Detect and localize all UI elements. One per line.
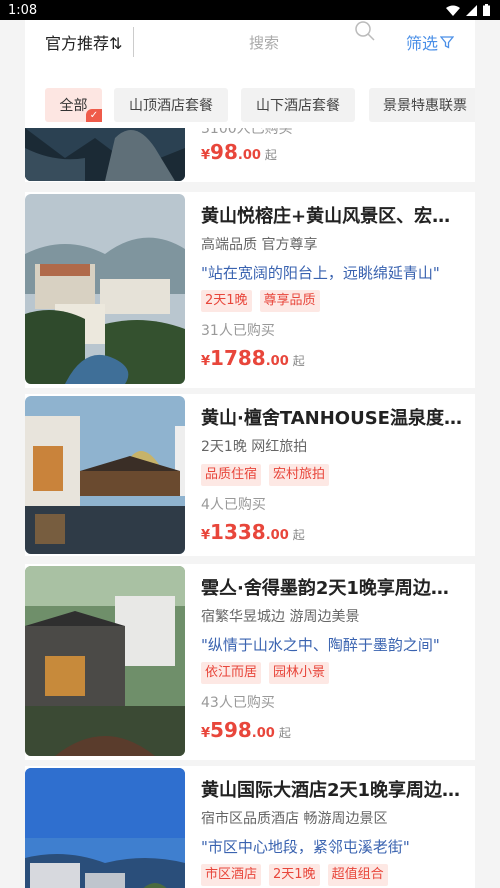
filter-label: 筛选 (406, 34, 439, 53)
product-card[interactable]: 雲亼·舍得墨韵2天1晚享周边… 宿繁华昱城边 游周边美景 "纵情于山水之中、陶醉… (25, 564, 475, 760)
product-info: 雲亼·舍得墨韵2天1晚享周边… 宿繁华昱城边 游周边美景 "纵情于山水之中、陶醉… (201, 574, 465, 746)
price: ¥ 1788 .00 起 (201, 346, 465, 374)
tab-label: 景景特惠联票 (383, 98, 467, 114)
battery-icon (483, 4, 490, 16)
badge: 超值组合 (327, 864, 388, 886)
sold-count: 43人已购买 (201, 695, 275, 711)
price-decimal: .00 (265, 528, 289, 543)
sold-count: 31人已购买 (201, 323, 275, 339)
product-card[interactable]: 黄山国际大酒店2天1晚享周边… 宿市区品质酒店 畅游周边景区 "市区中心地段，紧… (25, 766, 475, 888)
status-icons (446, 4, 490, 16)
tab-label: 山下酒店套餐 (256, 98, 340, 114)
status-time: 1:08 (8, 2, 38, 18)
price-decimal: .00 (237, 148, 261, 163)
product-info: 3100人已购买 ¥ 98 .00 起 (201, 128, 465, 168)
product-card[interactable]: 黄山·檀舍TANHOUSE温泉度假… 2天1晚 网红旅拍 品质住宿 宏村旅拍 4… (25, 394, 475, 556)
search-placeholder: 搜索 (249, 33, 280, 52)
product-subtitle: 宿繁华昱城边 游周边美景 (201, 609, 360, 625)
search-icon[interactable] (354, 20, 376, 42)
currency-symbol: ¥ (201, 148, 211, 163)
product-card-partial[interactable]: 3100人已购买 ¥ 98 .00 起 (25, 128, 475, 182)
price-from: 起 (264, 148, 277, 162)
top-bar: 官方推荐⇅ 搜索 筛选 (25, 20, 475, 64)
funnel-icon (440, 36, 455, 49)
product-image (25, 194, 185, 384)
product-info: 黄山国际大酒店2天1晚享周边… 宿市区品质酒店 畅游周边景区 "市区中心地段，紧… (201, 776, 465, 886)
product-subtitle: 宿市区品质酒店 畅游周边景区 (201, 811, 388, 827)
badge-list: 品质住宿 宏村旅拍 (201, 464, 465, 486)
tab-label: 全部 (59, 98, 88, 114)
product-card[interactable]: 黄山悦榕庄+黄山风景区、宏村… 高端品质 官方尊享 "站在宽阔的阳台上，远眺绵延… (25, 192, 475, 388)
category-tabs: 全部 ✓ 山顶酒店套餐 山下酒店套餐 景景特惠联票 (25, 64, 475, 128)
badge: 2天1晚 (201, 290, 252, 312)
price-decimal: .00 (265, 354, 289, 369)
tab-all[interactable]: 全部 ✓ (45, 88, 102, 122)
product-title: 黄山国际大酒店2天1晚享周边… (201, 780, 461, 801)
product-info: 黄山悦榕庄+黄山风景区、宏村… 高端品质 官方尊享 "站在宽阔的阳台上，远眺绵延… (201, 202, 465, 374)
price-from: 起 (278, 726, 291, 740)
currency-symbol: ¥ (201, 528, 211, 543)
product-slogan: "市区中心地段，紧邻屯溪老街" (201, 838, 410, 856)
product-slogan: "纵情于山水之中、陶醉于墨韵之间" (201, 636, 440, 654)
tab-label: 山顶酒店套餐 (129, 98, 213, 114)
product-title: 黄山·檀舍TANHOUSE温泉度假… (201, 408, 465, 429)
wifi-icon (446, 5, 460, 16)
product-info: 黄山·檀舍TANHOUSE温泉度假… 2天1晚 网红旅拍 品质住宿 宏村旅拍 4… (201, 404, 465, 548)
price: ¥ 598 .00 起 (201, 718, 465, 746)
filter-button[interactable]: 筛选 (400, 30, 475, 54)
price: ¥ 98 .00 起 (201, 140, 465, 168)
currency-symbol: ¥ (201, 726, 211, 741)
sold-count: 4人已购买 (201, 497, 266, 513)
badge: 品质住宿 (201, 464, 262, 486)
badge-list: 市区酒店 2天1晚 超值组合 (201, 864, 465, 886)
tab-summit-hotel[interactable]: 山顶酒店套餐 (114, 88, 228, 122)
sold-count: 3100人已购买 (201, 128, 293, 137)
price-integer: 1338 (210, 520, 266, 544)
price-integer: 98 (210, 140, 238, 164)
product-slogan: "站在宽阔的阳台上，远眺绵延青山" (201, 264, 440, 282)
badge: 2天1晚 (269, 864, 320, 886)
badge: 园林小景 (269, 662, 330, 684)
price-decimal: .00 (251, 726, 275, 741)
badge: 宏村旅拍 (269, 464, 330, 486)
badge: 市区酒店 (201, 864, 262, 886)
price-from: 起 (292, 528, 305, 542)
currency-symbol: ¥ (201, 354, 211, 369)
badge: 依江而居 (201, 662, 262, 684)
product-subtitle: 2天1晚 网红旅拍 (201, 439, 308, 455)
product-image (25, 566, 185, 756)
sort-dropdown[interactable]: 官方推荐⇅ (25, 30, 133, 54)
badge-list: 依江而居 园林小景 (201, 662, 465, 684)
price-integer: 598 (210, 718, 252, 742)
product-subtitle: 高端品质 官方尊享 (201, 237, 318, 253)
search-box[interactable]: 搜索 (134, 20, 400, 53)
check-icon: ✓ (86, 109, 102, 122)
tab-foot-hotel[interactable]: 山下酒店套餐 (241, 88, 355, 122)
price-from: 起 (292, 354, 305, 368)
product-image (25, 768, 185, 888)
product-title: 黄山悦榕庄+黄山风景区、宏村… (201, 206, 465, 227)
badge-list: 2天1晚 尊享品质 (201, 290, 465, 312)
signal-icon (466, 4, 477, 16)
product-image (25, 396, 185, 554)
status-bar: 1:08 (0, 0, 500, 20)
product-image (25, 128, 185, 181)
price-integer: 1788 (210, 346, 266, 370)
badge: 尊享品质 (259, 290, 320, 312)
product-title: 雲亼·舍得墨韵2天1晚享周边… (201, 578, 449, 599)
price: ¥ 1338 .00 起 (201, 520, 465, 548)
tab-scenic-combo[interactable]: 景景特惠联票 (369, 88, 475, 122)
